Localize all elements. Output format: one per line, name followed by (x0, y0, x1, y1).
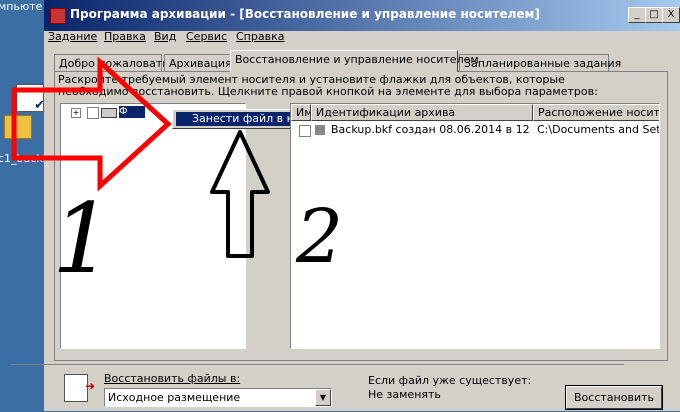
desktop: мпьюте c1_back2 (0, 0, 50, 411)
restore-location-value: Исходное размещение (108, 391, 241, 404)
restore-location-select[interactable]: Исходное размещение ▼ (104, 388, 332, 407)
file-exists-value: Не заменять (368, 388, 441, 401)
menu-view[interactable]: Вид (154, 30, 176, 43)
drive-icon (101, 108, 117, 118)
column-location[interactable]: Расположение носителя (533, 104, 659, 121)
row-checkbox[interactable] (299, 125, 311, 137)
chevron-down-icon[interactable]: ▼ (315, 389, 331, 406)
row-location: C:\Documents and Settin (537, 123, 660, 136)
minimize-button[interactable]: _ (628, 7, 646, 23)
checklist-icon (16, 84, 45, 113)
folder-icon[interactable] (4, 115, 32, 139)
tree-checkbox[interactable] (87, 107, 99, 119)
restore-doc-icon (64, 374, 95, 402)
archive-file-icon (315, 125, 325, 135)
column-archive-id[interactable]: Идентификации архива (311, 104, 533, 121)
maximize-button[interactable]: □ (645, 7, 663, 23)
media-tree[interactable]: + Ф (60, 103, 246, 349)
window-title: Программа архивации - [Восстановление и … (70, 7, 540, 21)
restore-button[interactable]: Восстановить (566, 386, 662, 409)
tab-backup[interactable]: Архивация (164, 54, 232, 71)
desktop-file-label[interactable]: c1_back2 (0, 152, 50, 165)
menu-tools[interactable]: Сервис (186, 30, 227, 43)
tab-scheduled[interactable]: Запланированные задания (459, 54, 621, 71)
table-row[interactable]: Backup.bkf создан 08.06.2014 в 12:39 C:\… (291, 122, 660, 138)
archive-list[interactable]: Имя Идентификации архива Расположение но… (290, 103, 660, 349)
instruction-text: Раскройте требуемый элемент носителя и у… (58, 73, 598, 98)
close-button[interactable]: X (662, 7, 680, 23)
row-archive-name: Backup.bkf создан 08.06.2014 в 12:39 (331, 123, 531, 136)
menu-task[interactable]: Задание (48, 30, 97, 43)
file-exists-label: Если файл уже существует: (368, 374, 532, 387)
app-icon (50, 8, 66, 24)
restore-files-label: Восстановить файлы в: (104, 372, 241, 385)
tab-welcome[interactable]: Добро пожаловать! (54, 54, 173, 71)
tab-restore[interactable]: Восстановление и управление носителем (230, 50, 479, 72)
expand-icon[interactable]: + (71, 108, 81, 118)
menu-edit[interactable]: Правка (104, 30, 146, 43)
column-name[interactable]: Имя (291, 104, 311, 121)
tree-item-selected[interactable]: Ф (119, 106, 145, 118)
menu-bar: Задание Правка Вид Сервис Справка (44, 30, 680, 45)
desktop-label-computer: мпьюте (0, 0, 43, 13)
title-bar[interactable]: Программа архивации - [Восстановление и … (44, 0, 680, 31)
menu-help[interactable]: Справка (236, 30, 284, 43)
